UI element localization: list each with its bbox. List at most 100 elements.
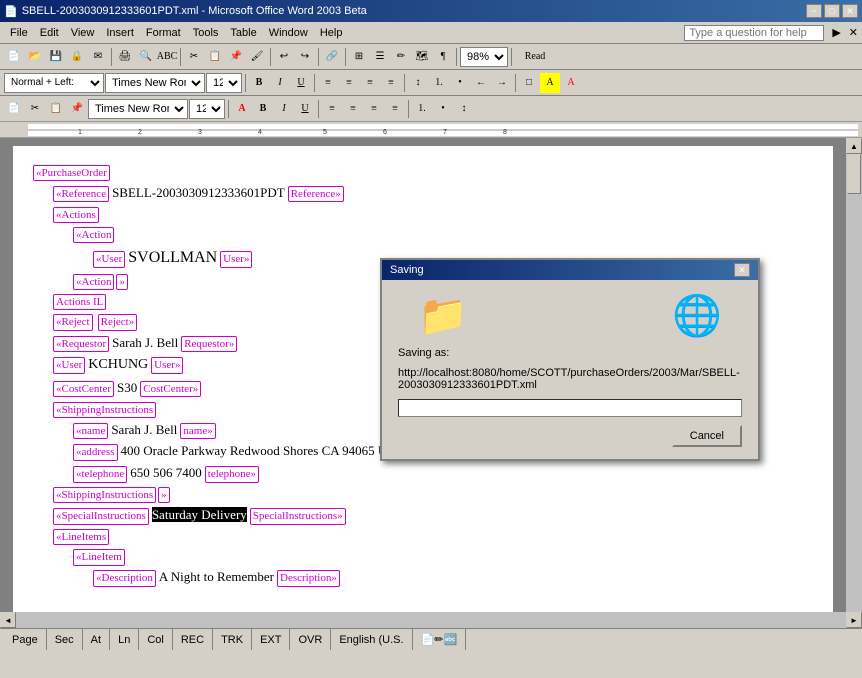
italic-button[interactable]: I (270, 73, 290, 93)
scroll-track-v[interactable] (846, 154, 862, 612)
copy-button[interactable]: 📋 (205, 47, 225, 67)
close-button[interactable]: ✕ (842, 4, 858, 18)
style-select[interactable]: Normal + Left: (4, 73, 104, 93)
zoom-select[interactable]: 98% (460, 47, 508, 67)
dialog-path: http://localhost:8080/home/SCOTT/purchas… (398, 367, 742, 391)
status-bar: Page Sec At Ln Col REC TRK EXT OVR Engli… (0, 628, 862, 650)
underline-button[interactable]: U (291, 73, 311, 93)
xml-line-action-open: «Action (33, 225, 813, 244)
docmap-button[interactable]: 🗺 (412, 47, 432, 67)
new-button[interactable]: 📄 (4, 47, 24, 67)
xml-line-shipping-close: «ShippingInstructions» (33, 485, 813, 504)
xml-underline-button[interactable]: U (295, 99, 315, 119)
open-tag-action: «Action (73, 227, 114, 243)
spellcheck-button[interactable]: ABC (157, 47, 177, 67)
dialog-progress-bar (398, 399, 742, 417)
dialog-button-row: Cancel (398, 425, 742, 447)
bullets-button[interactable]: • (450, 73, 470, 93)
numbering-button[interactable]: 1. (429, 73, 449, 93)
redo-button[interactable]: ↪ (295, 47, 315, 67)
paste-button[interactable]: 📌 (226, 47, 246, 67)
columns-button[interactable]: ☰ (370, 47, 390, 67)
menu-window[interactable]: Window (263, 25, 314, 41)
maximize-button[interactable]: □ (824, 4, 840, 18)
dialog-close-button[interactable]: ✕ (734, 263, 750, 277)
size-select[interactable]: 12 (206, 73, 242, 93)
svg-text:5: 5 (323, 129, 327, 136)
xml-justify[interactable]: ≡ (385, 99, 405, 119)
drawing-button[interactable]: ✏ (391, 47, 411, 67)
xml-align-left[interactable]: ≡ (322, 99, 342, 119)
menu-help[interactable]: Help (314, 25, 349, 41)
email-button[interactable]: ✉ (88, 47, 108, 67)
xml-extra-btn[interactable]: ↕ (454, 99, 474, 119)
show-hide-button[interactable]: ¶ (433, 47, 453, 67)
menu-file[interactable]: File (4, 25, 34, 41)
vertical-scrollbar[interactable]: ▲ ▼ (846, 138, 862, 628)
table-button[interactable]: ⊞ (349, 47, 369, 67)
horizontal-scrollbar[interactable]: ◄ ► (0, 612, 862, 628)
menu-edit[interactable]: Edit (34, 25, 65, 41)
line-spacing-button[interactable]: ↕ (408, 73, 428, 93)
xml-line-special: «SpecialInstructions Saturday Delivery S… (33, 505, 813, 526)
menu-tools[interactable]: Tools (187, 25, 225, 41)
dialog-body: 📁 🌐 Saving as: http://localhost:8080/hom… (382, 280, 758, 459)
open-tag-actions: «Actions (53, 207, 99, 223)
xml-align-right[interactable]: ≡ (364, 99, 384, 119)
bold-button[interactable]: B (249, 73, 269, 93)
open-tag-cc: «CostCenter (53, 381, 114, 397)
open-tag-lineitems: «LineItems (53, 529, 109, 545)
read-button[interactable]: Read (515, 47, 555, 67)
menu-insert[interactable]: Insert (100, 25, 140, 41)
font-color-button[interactable]: A (561, 73, 581, 93)
xml-btn1[interactable]: 📄 (4, 99, 24, 119)
scroll-left-button[interactable]: ◄ (0, 612, 16, 628)
xml-align-center[interactable]: ≡ (343, 99, 363, 119)
cut-button[interactable]: ✂ (184, 47, 204, 67)
increase-indent-button[interactable]: → (492, 73, 512, 93)
save-button[interactable]: 💾 (46, 47, 66, 67)
undo-button[interactable]: ↩ (274, 47, 294, 67)
justify-button[interactable]: ≡ (381, 73, 401, 93)
xml-btn3[interactable]: 📋 (46, 99, 66, 119)
xml-color-btn[interactable]: A (232, 99, 252, 119)
value-special: Saturday Delivery (152, 507, 247, 522)
preview-button[interactable]: 🔍 (136, 47, 156, 67)
scroll-up-button[interactable]: ▲ (846, 138, 862, 154)
value-tel: 650 506 7400 (130, 465, 202, 480)
cancel-button[interactable]: Cancel (672, 425, 742, 447)
highlight-button[interactable]: A (540, 73, 560, 93)
menu-format[interactable]: Format (140, 25, 187, 41)
minimize-button[interactable]: − (806, 4, 822, 18)
align-right-button[interactable]: ≡ (360, 73, 380, 93)
app-icon: 📄 (4, 5, 18, 18)
xml-list-btn[interactable]: 1. (412, 99, 432, 119)
permission-button[interactable]: 🔒 (67, 47, 87, 67)
scroll-thumb-v[interactable] (847, 154, 861, 194)
menu-table[interactable]: Table (224, 25, 262, 41)
close-tag-action2: » (116, 274, 128, 290)
xml-btn4[interactable]: 📌 (67, 99, 87, 119)
xml-size-select[interactable]: 12 (189, 99, 225, 119)
help-close-icon[interactable]: ✕ (849, 26, 858, 39)
network-icon: 🌐 (672, 292, 722, 339)
outside-border-button[interactable]: □ (519, 73, 539, 93)
xml-italic-button[interactable]: I (274, 99, 294, 119)
ruler: 1 2 3 4 5 6 7 8 (0, 122, 862, 138)
scroll-right-button[interactable]: ► (846, 612, 862, 628)
xml-font-select[interactable]: Times New Roman (88, 99, 188, 119)
open-tag-user2: «User (53, 357, 85, 373)
align-left-button[interactable]: ≡ (318, 73, 338, 93)
help-search-input[interactable] (684, 25, 824, 41)
xml-bold-button[interactable]: B (253, 99, 273, 119)
open-button[interactable]: 📂 (25, 47, 45, 67)
format-painter[interactable]: 🖌 (247, 47, 267, 67)
font-select[interactable]: Times New Roman (105, 73, 205, 93)
decrease-indent-button[interactable]: ← (471, 73, 491, 93)
hyperlink-button[interactable]: 🔗 (322, 47, 342, 67)
align-center-button[interactable]: ≡ (339, 73, 359, 93)
xml-btn2[interactable]: ✂ (25, 99, 45, 119)
print-button[interactable]: 🖨 (115, 47, 135, 67)
xml-bullet-btn[interactable]: • (433, 99, 453, 119)
menu-view[interactable]: View (65, 25, 101, 41)
